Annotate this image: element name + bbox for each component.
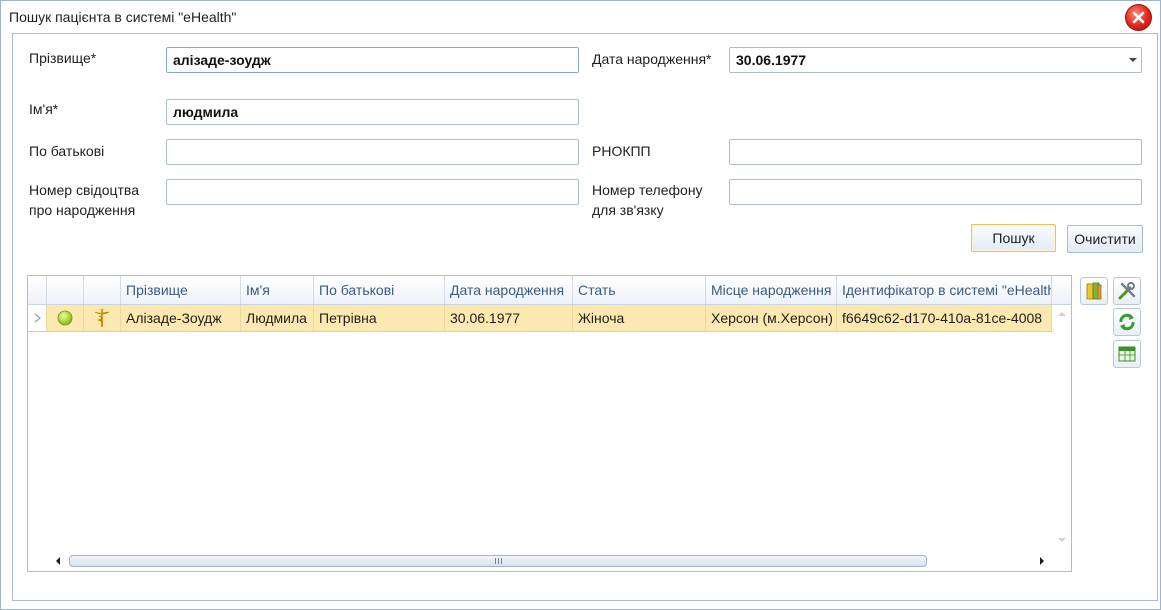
table-export-icon — [1118, 346, 1136, 362]
clear-button[interactable]: Очистити — [1067, 225, 1143, 253]
header-indicator — [28, 276, 47, 304]
scroll-right-icon[interactable] — [1039, 556, 1045, 566]
scroll-left-icon[interactable] — [55, 556, 61, 566]
cell-birth-place: Херсон (м.Херсон) — [706, 305, 837, 331]
phone-label: Номер телефону для зв'язку — [592, 182, 703, 218]
column-header-birth-place[interactable]: Місце народження — [706, 276, 837, 304]
header-status — [47, 276, 84, 304]
caduceus-icon — [94, 308, 110, 327]
table-row[interactable]: Алізаде-Зоудж Людмила Петрівна 30.06.197… — [28, 305, 1052, 332]
horizontal-scrollbar[interactable] — [49, 552, 1051, 570]
phone-input[interactable] — [729, 179, 1142, 205]
cell-surname: Алізаде-Зоудж — [121, 305, 241, 331]
horizontal-scroll-thumb[interactable] — [69, 555, 927, 567]
column-header-name[interactable]: Ім'я — [241, 276, 314, 304]
close-icon — [1132, 11, 1145, 24]
cell-sex: Жіноча — [573, 305, 706, 331]
rnokpp-input[interactable] — [729, 139, 1142, 165]
results-grid: Прізвище Ім'я По батькові Дата народженн… — [27, 275, 1072, 572]
row-pointer-icon — [34, 313, 41, 323]
patronymic-input[interactable] — [166, 139, 579, 165]
birth-date-label: Дата народження* — [592, 51, 712, 67]
title-bar: Пошук пацієнта в системі "eHealth" — [1, 1, 1160, 33]
cell-name: Людмила — [241, 305, 314, 331]
scroll-up-icon[interactable] — [1057, 311, 1067, 317]
book-button[interactable] — [1080, 277, 1108, 305]
column-header-surname[interactable]: Прізвище — [121, 276, 241, 304]
cell-patronymic: Петрівна — [314, 305, 445, 331]
column-header-ehealth-id[interactable]: Ідентифікатор в системі "eHealth" — [837, 276, 1052, 304]
book-icon — [1086, 282, 1102, 300]
type-cell — [84, 305, 121, 331]
name-input[interactable]: людмила — [166, 99, 579, 125]
birth-certificate-input[interactable] — [166, 179, 579, 205]
grid-header: Прізвище Ім'я По батькові Дата народженн… — [28, 276, 1071, 305]
refresh-icon — [1119, 313, 1135, 331]
birth-date-value: 30.06.1977 — [736, 52, 807, 68]
vertical-scrollbar[interactable] — [1053, 305, 1071, 552]
surname-label: Прізвище* — [29, 50, 97, 66]
cell-ehealth-id: f6649c62-d170-410a-81ce-4008 — [837, 305, 1052, 331]
dialog-window: Пошук пацієнта в системі "eHealth" Прізв… — [0, 0, 1161, 610]
name-label: Ім'я* — [29, 101, 59, 117]
birth-certificate-label: Номер свідоцтва про народження — [29, 182, 139, 218]
export-button[interactable] — [1113, 340, 1141, 368]
column-header-birth-date[interactable]: Дата народження — [445, 276, 573, 304]
cell-birth-date: 30.06.1977 — [445, 305, 573, 331]
refresh-button[interactable] — [1113, 308, 1141, 336]
patronymic-label: По батькові — [29, 143, 105, 159]
row-indicator — [28, 305, 47, 331]
search-button[interactable]: Пошук — [971, 224, 1056, 252]
window-title: Пошук пацієнта в системі "eHealth" — [9, 9, 237, 25]
scroll-down-icon[interactable] — [1057, 537, 1067, 543]
column-header-patronymic[interactable]: По батькові — [314, 276, 445, 304]
birth-date-dropdown[interactable]: 30.06.1977 — [729, 47, 1142, 73]
chevron-down-icon[interactable] — [1129, 58, 1137, 62]
tools-button[interactable] — [1113, 277, 1141, 305]
rnokpp-label: РНОКПП — [592, 143, 651, 159]
status-green-icon — [57, 310, 73, 326]
column-header-sex[interactable]: Стать — [573, 276, 706, 304]
surname-input[interactable]: алізаде-зоудж — [166, 47, 579, 73]
status-cell — [47, 305, 84, 331]
tools-icon — [1118, 282, 1136, 300]
header-type — [84, 276, 121, 304]
close-button[interactable] — [1125, 4, 1152, 31]
